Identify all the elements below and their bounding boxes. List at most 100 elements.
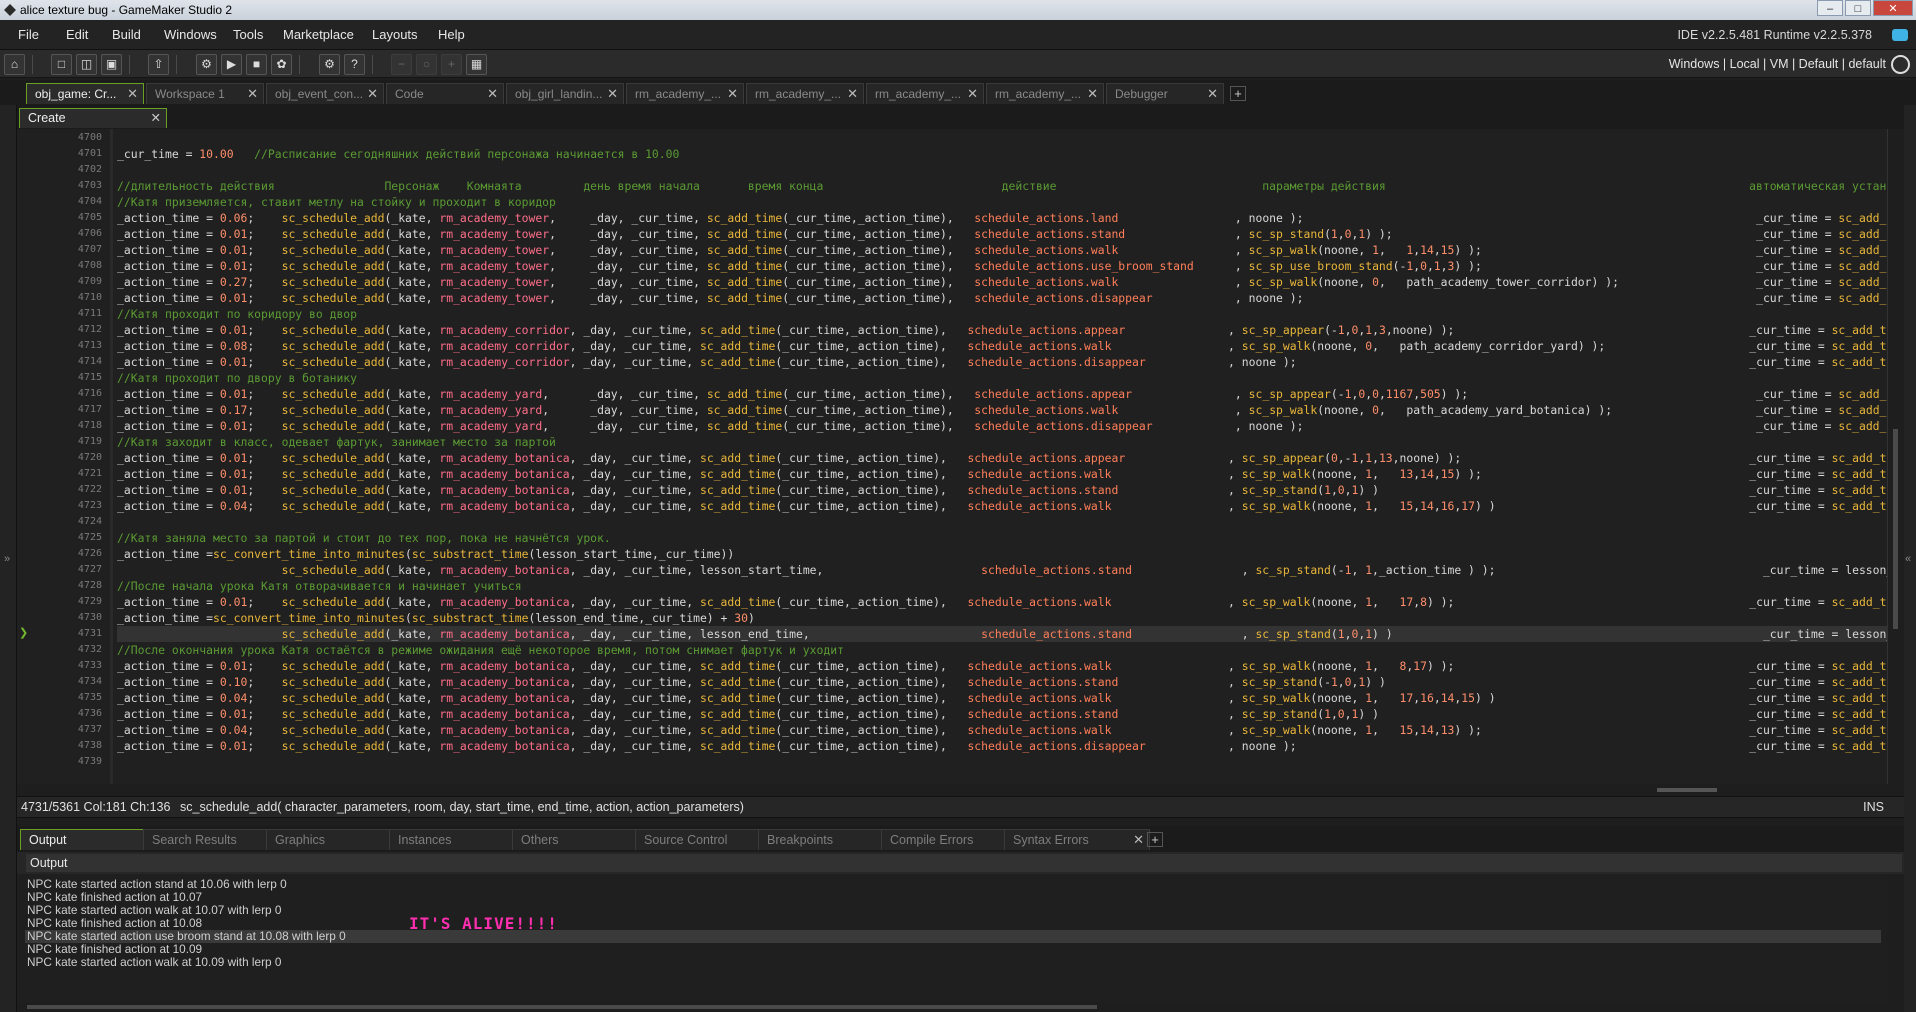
code-line[interactable]: _action_time = 0.04; sc_schedule_add(_ka… <box>117 498 1887 514</box>
open-project-icon[interactable]: ◫ <box>76 54 97 75</box>
code-line[interactable]: //Катя проходит по двору в ботанику <box>117 370 357 386</box>
doc-tab-rm-academy-2[interactable]: rm_academy_... ✕ <box>746 83 864 104</box>
menu-marketplace[interactable]: Marketplace <box>283 20 354 50</box>
debug-icon[interactable]: ⚙ <box>196 54 217 75</box>
code-line[interactable]: _action_time = 0.01; sc_schedule_add(_ka… <box>117 658 1887 674</box>
home-icon[interactable]: ⌂ <box>4 54 25 75</box>
doc-tab-rm-academy-1[interactable]: rm_academy_... ✕ <box>626 83 744 104</box>
code-line[interactable]: _action_time = 0.01; sc_schedule_add(_ka… <box>117 322 1887 338</box>
zoom-reset-icon[interactable]: ○ <box>416 54 437 75</box>
code-line[interactable]: _action_time = 0.01; sc_schedule_add(_ka… <box>117 466 1887 482</box>
close-icon[interactable]: ✕ <box>847 84 858 104</box>
layout-icon[interactable]: ▦ <box>466 54 487 75</box>
output-horizontal-scrollbar[interactable] <box>17 1002 1904 1012</box>
code-line[interactable]: //После окончания урока Катя остаётся в … <box>117 642 844 658</box>
code-line[interactable]: _action_time = 0.04; sc_schedule_add(_ka… <box>117 722 1887 738</box>
add-tab-button[interactable]: + <box>1147 832 1163 847</box>
help-icon[interactable]: ? <box>344 54 365 75</box>
menu-windows[interactable]: Windows <box>164 20 217 50</box>
code-line[interactable]: _action_time = 0.27; sc_schedule_add(_ka… <box>117 274 1887 290</box>
code-line[interactable]: //Катя проходит по коридору во двор <box>117 306 357 322</box>
doc-tab-obj-game-create[interactable]: obj_game: Cr... ✕ <box>26 83 144 104</box>
new-project-icon[interactable]: □ <box>51 54 72 75</box>
target-settings-icon[interactable] <box>1891 55 1910 74</box>
close-icon[interactable]: ✕ <box>727 84 738 104</box>
run-icon[interactable]: ▶ <box>221 54 242 75</box>
menu-help[interactable]: Help <box>438 20 465 50</box>
close-icon[interactable]: ✕ <box>151 109 161 128</box>
code-line[interactable]: _action_time = 0.01; sc_schedule_add(_ka… <box>117 242 1887 258</box>
code-line[interactable]: _action_time = 0.17; sc_schedule_add(_ka… <box>117 402 1887 418</box>
right-dock-collapse[interactable]: « <box>1904 105 1916 1012</box>
code-line[interactable]: _action_time = 0.06; sc_schedule_add(_ka… <box>117 210 1887 226</box>
code-line[interactable]: _action_time = 0.01; sc_schedule_add(_ka… <box>117 386 1887 402</box>
close-icon[interactable]: ✕ <box>1087 84 1098 104</box>
code-line[interactable]: _action_time = 0.01; sc_schedule_add(_ka… <box>117 450 1887 466</box>
menu-file[interactable]: File <box>18 20 39 50</box>
code-text-area[interactable]: _cur_time = 10.00 //Расписание сегодняшн… <box>117 129 1887 784</box>
zoom-in-icon[interactable]: + <box>441 54 462 75</box>
news-chat-icon[interactable] <box>1892 29 1908 41</box>
code-editor[interactable]: 4699470047014702470347044705470647074708… <box>17 129 1887 784</box>
doc-tab-rm-academy-4[interactable]: rm_academy_... ✕ <box>986 83 1104 104</box>
menu-edit[interactable]: Edit <box>66 20 88 50</box>
close-icon[interactable]: ✕ <box>967 84 978 104</box>
save-project-icon[interactable]: ▣ <box>101 54 122 75</box>
code-line[interactable]: _action_time = 0.01; sc_schedule_add(_ka… <box>117 418 1887 434</box>
maximize-button[interactable]: □ <box>1845 0 1871 16</box>
scroll-thumb[interactable] <box>1657 788 1717 792</box>
doc-tab-obj-girl-landing[interactable]: obj_girl_landin... ✕ <box>506 83 624 104</box>
code-line[interactable]: sc_schedule_add(_kate, rm_academy_botani… <box>117 626 1887 642</box>
menu-layouts[interactable]: Layouts <box>372 20 418 50</box>
code-line[interactable]: _action_time = 0.01; sc_schedule_add(_ka… <box>117 354 1887 370</box>
output-line[interactable]: NPC kate started action walk at 10.09 wi… <box>27 956 281 969</box>
close-icon[interactable]: ✕ <box>607 84 618 104</box>
output-vertical-scrollbar[interactable] <box>1887 874 1904 1002</box>
close-icon[interactable]: ✕ <box>247 84 258 104</box>
close-icon[interactable]: ✕ <box>1207 84 1218 104</box>
code-line[interactable]: _action_time = 0.01; sc_schedule_add(_ka… <box>117 226 1887 242</box>
minimize-button[interactable]: – <box>1817 0 1843 16</box>
code-line[interactable]: _action_time = 0.01; sc_schedule_add(_ka… <box>117 706 1887 722</box>
doc-tab-rm-academy-3[interactable]: rm_academy_... ✕ <box>866 83 984 104</box>
zoom-out-icon[interactable]: − <box>391 54 412 75</box>
add-tab-button[interactable]: + <box>1230 86 1246 101</box>
code-line[interactable]: _action_time =sc_convert_time_into_minut… <box>117 546 734 562</box>
code-line[interactable]: _action_time = 0.01; sc_schedule_add(_ka… <box>117 290 1887 306</box>
menu-build[interactable]: Build <box>112 20 141 50</box>
code-line[interactable]: _action_time =sc_convert_time_into_minut… <box>117 610 755 626</box>
code-line[interactable]: _action_time = 0.08; sc_schedule_add(_ka… <box>117 338 1887 354</box>
clean-icon[interactable]: ✿ <box>271 54 292 75</box>
code-line[interactable]: sc_schedule_add(_kate, rm_academy_botani… <box>117 562 1887 578</box>
event-tab-create[interactable]: Create ✕ <box>19 108 167 128</box>
code-line[interactable]: _cur_time = 10.00 //Расписание сегодняшн… <box>117 146 679 162</box>
scroll-thumb[interactable] <box>27 1005 1097 1009</box>
code-line[interactable]: _action_time = 0.10; sc_schedule_add(_ka… <box>117 674 1887 690</box>
code-line[interactable]: //Катя заходит в класс, одевает фартук, … <box>117 434 556 450</box>
close-window-button[interactable]: ✕ <box>1873 0 1913 16</box>
code-line[interactable]: _action_time = 0.01; sc_schedule_add(_ka… <box>117 594 1887 610</box>
close-icon[interactable]: ✕ <box>1133 830 1144 850</box>
menu-tools[interactable]: Tools <box>233 20 263 50</box>
doc-tab-debugger[interactable]: Debugger ✕ <box>1106 83 1224 104</box>
scroll-thumb[interactable] <box>1893 429 1898 629</box>
code-line[interactable]: _action_time = 0.04; sc_schedule_add(_ka… <box>117 690 1887 706</box>
expand-left-icon[interactable]: » <box>4 553 10 565</box>
stop-icon[interactable]: ■ <box>246 54 267 75</box>
code-line[interactable]: //Катя заняла место за партой и стоит до… <box>117 530 611 546</box>
doc-tab-workspace[interactable]: Workspace 1 ✕ <box>146 83 264 104</box>
code-line[interactable]: //После начала урока Катя отворачивается… <box>117 578 522 594</box>
code-line[interactable]: _action_time = 0.01; sc_schedule_add(_ka… <box>117 482 1887 498</box>
target-selector[interactable]: Windows | Local | VM | Default | default <box>1669 50 1886 78</box>
code-line[interactable]: _action_time = 0.01; sc_schedule_add(_ka… <box>117 738 1887 754</box>
create-executable-icon[interactable]: ⇧ <box>148 54 169 75</box>
close-icon[interactable]: ✕ <box>487 84 498 104</box>
left-dock-collapse[interactable]: » <box>0 105 17 1012</box>
output-log[interactable]: NPC kate started action stand at 10.06 w… <box>17 874 1887 1002</box>
expand-right-icon[interactable]: « <box>1905 553 1911 565</box>
code-line[interactable]: //Катя приземляется, ставит метлу на сто… <box>117 194 556 210</box>
preferences-gear-icon[interactable]: ⚙ <box>319 54 340 75</box>
doc-tab-code[interactable]: Code ✕ <box>386 83 504 104</box>
tab-syntax-errors[interactable]: Syntax Errors ✕ <box>1004 829 1150 850</box>
editor-horizontal-scrollbar[interactable] <box>17 784 1904 796</box>
